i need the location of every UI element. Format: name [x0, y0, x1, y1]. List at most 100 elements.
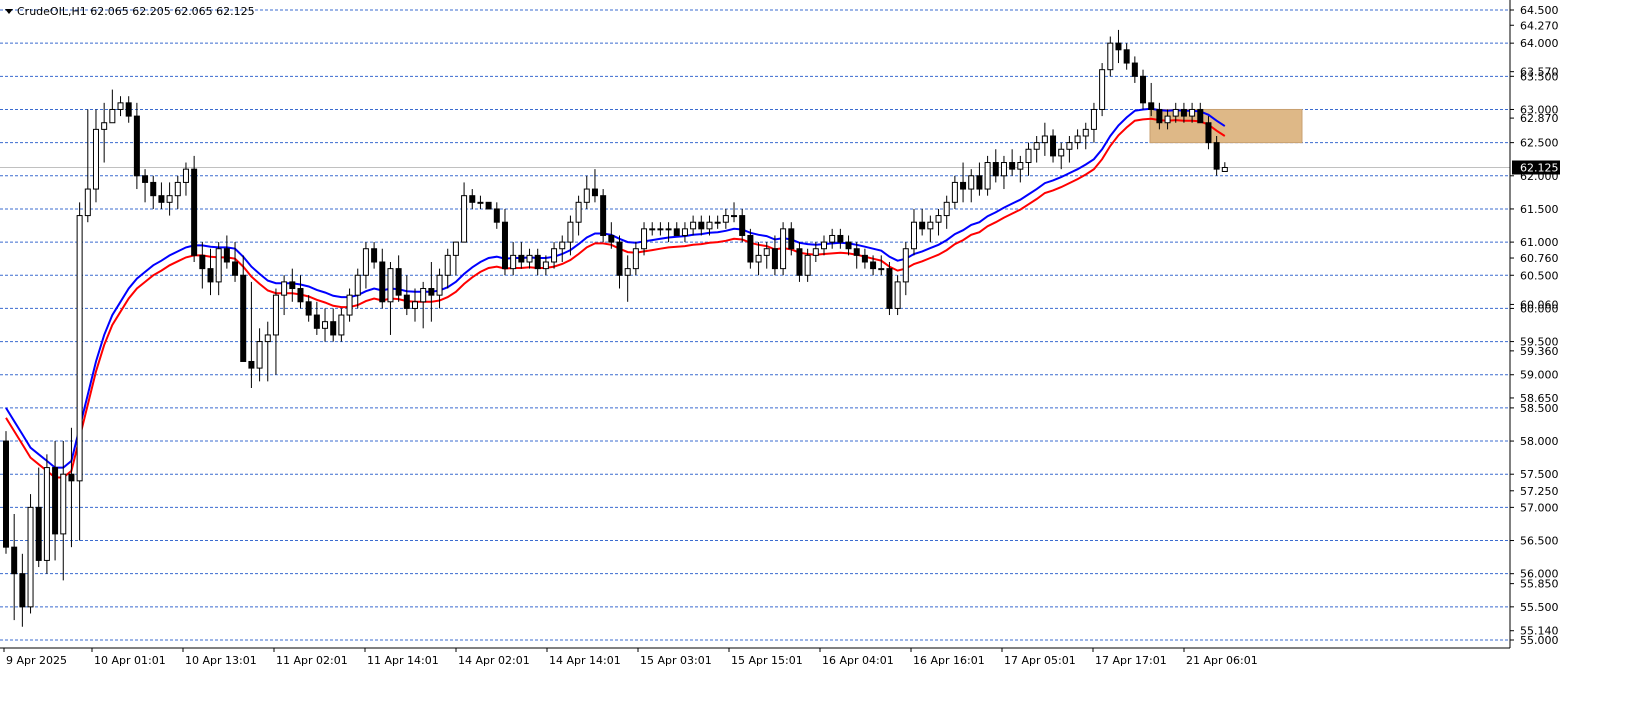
- current-price-label: 62.125: [1520, 162, 1559, 175]
- x-tick-label: 11 Apr 14:01: [367, 654, 439, 667]
- candle-body: [845, 241, 852, 250]
- candle-body: [894, 281, 901, 309]
- candle-body: [992, 162, 999, 177]
- candle-body: [600, 195, 607, 236]
- candle-body: [52, 467, 59, 535]
- candle-body: [837, 234, 844, 243]
- candle-body: [403, 294, 410, 309]
- candle-body: [665, 228, 672, 231]
- candle-body: [346, 294, 353, 316]
- candle-body: [248, 360, 255, 369]
- candle-body: [731, 215, 738, 218]
- candle-body: [19, 573, 26, 608]
- y-tick-label: 57.000: [1520, 501, 1559, 514]
- candle-body: [191, 168, 198, 256]
- x-tick-label: 16 Apr 16:01: [913, 654, 985, 667]
- y-tick-label: 64.270: [1520, 19, 1559, 32]
- candle: [133, 102, 140, 190]
- candle-body: [763, 248, 770, 256]
- candle-body: [951, 181, 958, 203]
- candle-body: [297, 288, 304, 303]
- candle-body: [289, 281, 296, 290]
- candle-body: [1099, 69, 1106, 110]
- candle-body: [1090, 108, 1097, 130]
- candle: [3, 431, 9, 554]
- candle-body: [1017, 162, 1024, 170]
- candle-body: [420, 288, 427, 303]
- x-tick-label: 10 Apr 01:01: [94, 654, 166, 667]
- candle-body: [927, 221, 934, 230]
- candle-body: [706, 221, 713, 230]
- y-tick-label: 58.500: [1520, 402, 1559, 415]
- candle-body: [722, 215, 729, 223]
- candle-body: [1050, 135, 1057, 157]
- candle-body: [305, 301, 312, 316]
- y-tick-label: 57.500: [1520, 468, 1559, 481]
- candle-body: [117, 102, 124, 110]
- candle-body: [1180, 108, 1187, 117]
- candle-body: [739, 215, 746, 236]
- candle-body: [1000, 162, 1007, 177]
- candle-body: [1172, 108, 1179, 117]
- x-tick-label: 17 Apr 05:01: [1004, 654, 1076, 667]
- candle-body: [567, 221, 574, 243]
- candle-body: [1221, 167, 1228, 172]
- candle: [43, 454, 50, 574]
- y-tick-label: 61.500: [1520, 203, 1559, 216]
- candle-body: [1041, 135, 1048, 144]
- candle-body: [3, 440, 9, 548]
- candle-body: [591, 188, 598, 197]
- candle-body: [182, 168, 189, 183]
- candle-body: [796, 248, 803, 276]
- y-tick-label: 57.250: [1520, 485, 1559, 498]
- candle-body: [43, 467, 50, 561]
- candle-body: [1033, 142, 1040, 150]
- candle-body: [542, 261, 549, 270]
- y-tick-label: 60.500: [1520, 269, 1559, 282]
- candle-body: [1058, 148, 1065, 157]
- x-tick-label: 15 Apr 03:01: [640, 654, 712, 667]
- y-tick-label: 58.000: [1520, 435, 1559, 448]
- candle-body: [575, 201, 582, 223]
- candle-body: [1205, 122, 1212, 144]
- candle-body: [223, 248, 230, 263]
- candle-body: [935, 215, 942, 223]
- y-tick-label: 55.850: [1520, 578, 1559, 591]
- candle-body: [11, 546, 18, 575]
- candle-body: [101, 122, 108, 130]
- candle-body: [771, 248, 778, 270]
- candle-body: [943, 201, 950, 217]
- candle-body: [534, 254, 541, 270]
- candle-body: [1025, 148, 1032, 164]
- candle-body: [1164, 115, 1171, 124]
- candle-body: [878, 268, 885, 271]
- candle-body: [354, 274, 361, 296]
- candle-body: [27, 506, 34, 608]
- candle-body: [428, 288, 435, 296]
- candle-body: [313, 314, 320, 329]
- candle-body: [755, 254, 762, 263]
- candle: [27, 494, 34, 614]
- candle-body: [264, 334, 271, 343]
- y-tick-label: 55.000: [1520, 634, 1559, 647]
- candle-body: [436, 274, 443, 296]
- candle-body: [657, 228, 664, 231]
- candle-body: [526, 254, 533, 263]
- candle-body: [551, 248, 558, 263]
- candle-body: [681, 228, 688, 236]
- candle-body: [68, 473, 75, 482]
- x-tick-label: 16 Apr 04:01: [822, 654, 894, 667]
- candle-body: [1107, 42, 1114, 71]
- candle-body: [371, 248, 378, 263]
- candle-body: [330, 321, 337, 336]
- candle-body: [608, 234, 615, 243]
- candle-body: [109, 108, 116, 124]
- candle-body: [649, 228, 656, 231]
- y-tick-label: 61.000: [1520, 236, 1559, 249]
- candle-body: [788, 228, 795, 250]
- x-tick-label: 9 Apr 2025: [6, 654, 67, 667]
- y-tick-label: 64.000: [1520, 37, 1559, 50]
- candle: [1099, 63, 1106, 117]
- candle: [886, 262, 893, 316]
- candle-body: [1197, 108, 1204, 124]
